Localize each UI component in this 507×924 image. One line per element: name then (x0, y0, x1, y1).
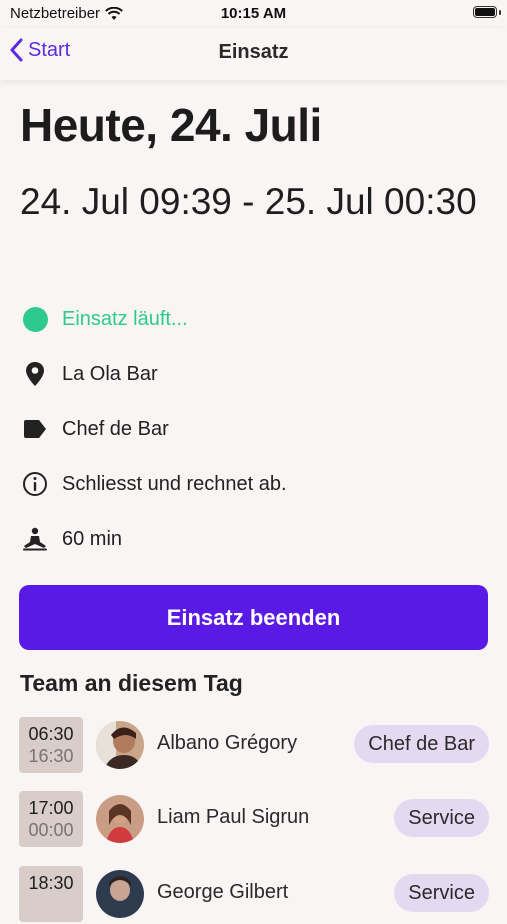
location-pin-icon (26, 362, 44, 386)
status-bar: Netzbetreiber 10:15 AM (0, 0, 507, 28)
status-time: 10:15 AM (220, 5, 287, 22)
page-title: Heute, 24. Juli (20, 99, 322, 151)
team-section-title: Team an diesem Tag (20, 670, 243, 696)
shift-end: 16:30 (28, 746, 74, 766)
member-name: Liam Paul Sigrun (157, 806, 310, 828)
navigation-bar: Start Einsatz (0, 28, 507, 80)
shift-end: 00:00 (28, 820, 74, 840)
role-row: Chef de Bar (20, 414, 169, 444)
status-text: Einsatz läuft... (62, 307, 188, 330)
member-name: George Gilbert (157, 881, 289, 903)
shift-time-box: 06:30 16:30 (19, 717, 83, 773)
status-row: Einsatz läuft... (20, 304, 188, 334)
member-name: Albano Grégory (157, 732, 298, 754)
break-row: 60 min (20, 524, 122, 554)
end-shift-button[interactable]: Einsatz beenden (19, 585, 488, 650)
tag-icon (24, 420, 46, 438)
avatar (96, 721, 144, 769)
note-row: Schliesst und rechnet ab. (20, 469, 287, 499)
break-text: 60 min (62, 527, 123, 550)
shift-start: 17:00 (28, 798, 74, 818)
status-dot-icon (22, 306, 48, 332)
role-badge: Service (394, 874, 489, 912)
battery-icon (473, 6, 501, 18)
team-row[interactable]: 18:30 George Gilbert Service (19, 864, 489, 924)
shift-time-box: 18:30 (19, 866, 83, 922)
shift-time-box: 17:00 00:00 (19, 791, 83, 847)
location-row: La Ola Bar (20, 359, 158, 389)
info-icon (23, 472, 47, 496)
shift-start: 06:30 (28, 724, 74, 744)
shift-time-range: 24. Jul 09:39 - 25. Jul 00:30 (20, 181, 477, 222)
role-badge: Chef de Bar (354, 725, 489, 763)
role-text: Chef de Bar (62, 417, 169, 440)
avatar (96, 795, 144, 843)
team-row[interactable]: 06:30 16:30 Albano Grégory Chef de Bar (19, 715, 489, 775)
team-row[interactable]: 17:00 00:00 Liam Paul Sigrun Service (19, 789, 489, 849)
note-text: Schliesst und rechnet ab. (62, 472, 287, 495)
break-person-icon (23, 527, 47, 551)
avatar (96, 870, 144, 918)
shift-start: 18:30 (28, 873, 74, 893)
location-text: La Ola Bar (62, 362, 158, 385)
role-badge: Service (394, 799, 489, 837)
nav-title: Einsatz (218, 41, 289, 63)
